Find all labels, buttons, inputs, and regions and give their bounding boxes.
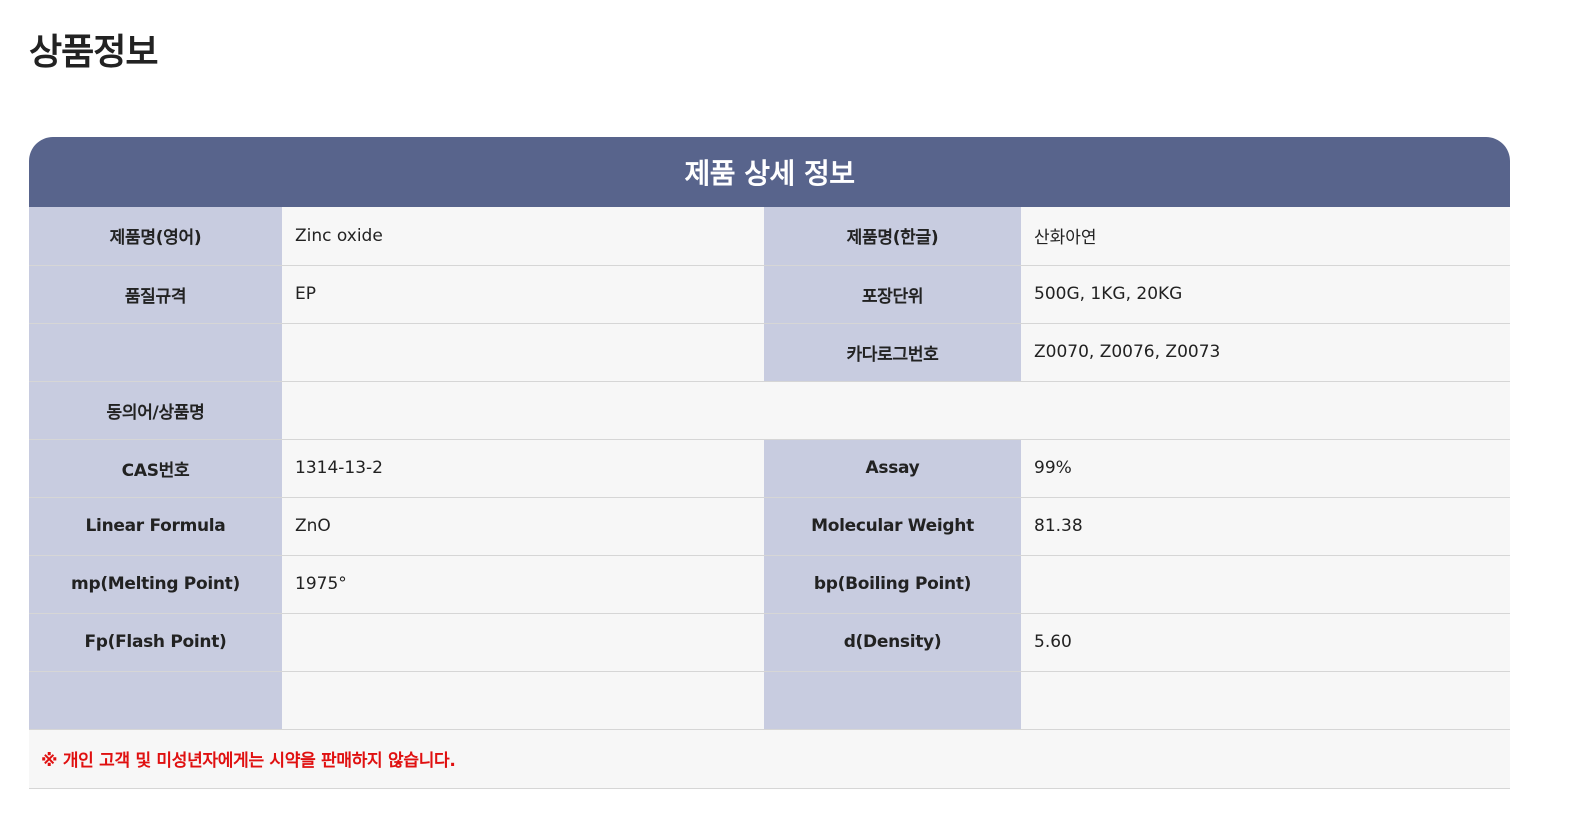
label-empty xyxy=(764,671,1021,730)
label-density: d(Density) xyxy=(764,613,1021,672)
label-flash-point: Fp(Flash Point) xyxy=(29,613,282,672)
label-synonyms: 동의어/상품명 xyxy=(29,381,282,440)
value-assay: 99% xyxy=(1021,439,1510,498)
value-name-en: Zinc oxide xyxy=(282,207,764,266)
value-catalog-number: Z0070, Z0076, Z0073 xyxy=(1021,323,1510,382)
value-density: 5.60 xyxy=(1021,613,1510,672)
label-assay: Assay xyxy=(764,439,1021,498)
table-row: 카다로그번호 Z0070, Z0076, Z0073 xyxy=(29,323,1510,382)
label-molecular-weight: Molecular Weight xyxy=(764,497,1021,556)
card-header: 제품 상세 정보 xyxy=(29,137,1510,207)
value-empty xyxy=(282,671,764,730)
value-package-unit: 500G, 1KG, 20KG xyxy=(1021,265,1510,324)
value-molecular-weight: 81.38 xyxy=(1021,497,1510,556)
value-melting-point: 1975° xyxy=(282,555,764,614)
label-catalog-number: 카다로그번호 xyxy=(764,323,1021,382)
sales-notice: ※ 개인 고객 및 미성년자에게는 시약을 판매하지 않습니다. xyxy=(29,729,1510,789)
value-boiling-point xyxy=(1021,555,1510,614)
label-name-ko: 제품명(한글) xyxy=(764,207,1021,266)
table-row: 품질규격 EP 포장단위 500G, 1KG, 20KG xyxy=(29,265,1510,324)
product-info-page: 상품정보 제품 상세 정보 제품명(영어) Zinc oxide 제품명(한글)… xyxy=(0,0,1588,820)
value-cas-number: 1314-13-2 xyxy=(282,439,764,498)
value-flash-point xyxy=(282,613,764,672)
value-synonyms xyxy=(282,381,1510,440)
label-quality-grade: 품질규격 xyxy=(29,265,282,324)
label-empty xyxy=(29,323,282,382)
label-empty xyxy=(29,671,282,730)
value-empty xyxy=(1021,671,1510,730)
table-row xyxy=(29,671,1510,730)
value-linear-formula: ZnO xyxy=(282,497,764,556)
label-linear-formula: Linear Formula xyxy=(29,497,282,556)
label-name-en: 제품명(영어) xyxy=(29,207,282,266)
value-name-ko: 산화아연 xyxy=(1021,207,1510,266)
table-row: mp(Melting Point) 1975° bp(Boiling Point… xyxy=(29,555,1510,614)
table-row: Linear Formula ZnO Molecular Weight 81.3… xyxy=(29,497,1510,556)
value-quality-grade: EP xyxy=(282,265,764,324)
label-melting-point: mp(Melting Point) xyxy=(29,555,282,614)
value-empty xyxy=(282,323,764,382)
product-detail-card: 제품 상세 정보 제품명(영어) Zinc oxide 제품명(한글) 산화아연… xyxy=(29,137,1510,789)
table-row: Fp(Flash Point) d(Density) 5.60 xyxy=(29,613,1510,672)
page-title: 상품정보 xyxy=(29,32,158,73)
table-row: 동의어/상품명 xyxy=(29,381,1510,440)
label-cas-number: CAS번호 xyxy=(29,439,282,498)
label-package-unit: 포장단위 xyxy=(764,265,1021,324)
table-row: CAS번호 1314-13-2 Assay 99% xyxy=(29,439,1510,498)
table-row: 제품명(영어) Zinc oxide 제품명(한글) 산화아연 xyxy=(29,207,1510,266)
label-boiling-point: bp(Boiling Point) xyxy=(764,555,1021,614)
spec-table: 제품명(영어) Zinc oxide 제품명(한글) 산화아연 품질규격 EP … xyxy=(29,207,1510,730)
